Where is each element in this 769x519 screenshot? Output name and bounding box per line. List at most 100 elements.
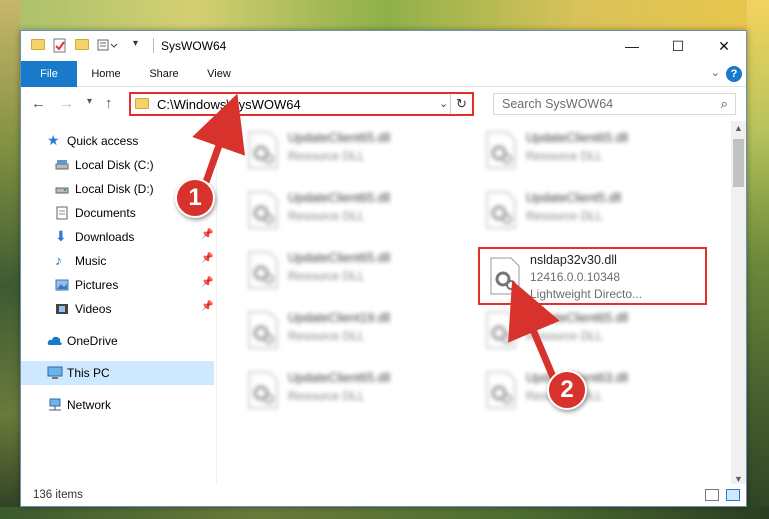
sidebar-item-label: This PC (67, 366, 110, 380)
sidebar-item-label: Videos (75, 302, 112, 316)
music-icon: ♪ (55, 252, 62, 268)
sidebar-item-label: Documents (75, 206, 136, 220)
close-button[interactable]: ✕ (701, 31, 747, 61)
folder-icon (31, 39, 45, 50)
file-description: Resource DLL (288, 209, 365, 223)
navigation-bar: ← → ▾ ↑ C:\Windows\SysWOW64 ⌄ ↻ Search S… (21, 87, 746, 121)
download-icon: ⬇ (55, 228, 67, 244)
chevron-down-icon[interactable]: ⌄ (439, 97, 448, 110)
refresh-icon[interactable]: ↻ (450, 94, 472, 114)
pin-icon[interactable]: 📌 (201, 253, 213, 264)
file-description: Resource DLL (526, 149, 603, 163)
up-arrow-icon[interactable]: ↑ (105, 95, 113, 112)
star-icon: ★ (47, 132, 60, 148)
dll-file-icon (486, 191, 516, 229)
sidebar-item-this-pc[interactable]: This PC (21, 361, 214, 385)
file-item[interactable]: UpdateClient65.dll Resource DLL (238, 243, 474, 299)
sidebar-item-label: Local Disk (C:) (75, 158, 154, 172)
dll-file-icon (248, 191, 278, 229)
computer-icon (47, 366, 63, 380)
forward-arrow-icon[interactable]: → (59, 95, 74, 112)
file-description: Resource DLL (526, 209, 603, 223)
drive-icon (55, 158, 69, 172)
file-version: 12416.0.0.10348 (530, 270, 621, 284)
address-path[interactable]: C:\Windows\SysWOW64 (157, 97, 301, 112)
videos-icon (55, 302, 69, 316)
sidebar-item-network[interactable]: Network (21, 393, 214, 417)
file-description: Lightweight Directo... (530, 287, 643, 301)
sidebar-item-quick-access[interactable]: ★ Quick access (21, 129, 214, 153)
help-button[interactable]: ? (726, 66, 742, 82)
pin-icon[interactable]: 📌 (201, 229, 213, 240)
dll-file-icon (248, 131, 278, 169)
search-input[interactable]: Search SysWOW64 ⌕ (493, 93, 736, 115)
step-1-callout: 1 (175, 178, 215, 218)
details-view-icon[interactable] (704, 489, 719, 501)
file-description: Resource DLL (288, 329, 365, 343)
properties-icon[interactable] (53, 38, 67, 56)
cloud-icon (47, 334, 62, 348)
search-icon[interactable]: ⌕ (721, 96, 728, 112)
file-item[interactable]: UpdateClient63.dll Resource DLL (476, 363, 712, 419)
file-item[interactable]: UpdateClient65.dll Resource DLL (476, 303, 712, 359)
sidebar-item-music[interactable]: ♪ Music 📌 (21, 249, 214, 273)
sidebar-item-label: Music (75, 254, 107, 268)
dll-file-icon (248, 371, 278, 409)
vertical-scrollbar[interactable]: ▲ ▼ (731, 121, 746, 486)
file-explorer-window: ▾ SysWOW64 — ☐ ✕ File Home Share View ⌄ … (20, 30, 747, 507)
back-arrow-icon[interactable]: ← (31, 95, 46, 112)
customize-toolbar-icon[interactable] (97, 38, 119, 55)
title-separator (153, 38, 154, 53)
dll-file-icon (248, 311, 278, 349)
file-item[interactable]: UpdateClient5.dll Resource DLL (476, 183, 712, 239)
sidebar-item-videos[interactable]: Videos 📌 (21, 297, 214, 321)
status-bar: 136 items (21, 484, 746, 506)
scroll-down-icon[interactable]: ▼ (734, 474, 743, 484)
ribbon-tabs: File Home Share View ⌄ ? (21, 61, 746, 87)
minimize-button[interactable]: — (609, 31, 655, 61)
desktop-wallpaper-left (0, 0, 20, 519)
sidebar-item-pictures[interactable]: Pictures 📌 (21, 273, 214, 297)
file-name: nsldap32v30.dll (530, 253, 617, 267)
view-toggle (701, 489, 740, 504)
tab-home[interactable]: Home (83, 61, 129, 87)
desktop-wallpaper-right (747, 0, 769, 519)
chevron-down-icon[interactable]: ▾ (133, 38, 138, 49)
file-item[interactable]: UpdateClient65.dll Resource DLL (238, 363, 474, 419)
scrollbar-thumb[interactable] (733, 139, 744, 187)
documents-icon (55, 206, 69, 220)
sidebar-item-downloads[interactable]: ⬇ Downloads 📌 (21, 225, 214, 249)
sidebar-item-label: Quick access (67, 134, 139, 148)
file-item[interactable]: UpdateClient65.dll Resource DLL (476, 123, 712, 179)
file-item-selected[interactable]: nsldap32v30.dll 12416.0.0.10348 Lightwei… (478, 247, 707, 305)
file-item[interactable]: UpdateClient19.dll Resource DLL (238, 303, 474, 359)
sidebar-item-label: Pictures (75, 278, 119, 292)
recent-locations-chevron-icon[interactable]: ▾ (87, 96, 92, 107)
file-name: UpdateClient5.dll (526, 191, 622, 205)
sidebar-item-onedrive[interactable]: OneDrive (21, 329, 214, 353)
tab-file[interactable]: File (21, 61, 77, 87)
maximize-button[interactable]: ☐ (655, 31, 701, 61)
address-bar[interactable]: C:\Windows\SysWOW64 ⌄ ↻ (129, 92, 474, 116)
new-folder-icon[interactable] (75, 39, 89, 50)
desktop-wallpaper-top (0, 0, 769, 30)
pin-icon[interactable]: 📌 (201, 301, 213, 312)
file-description: Resource DLL (288, 269, 365, 283)
scroll-up-icon[interactable]: ▲ (734, 123, 743, 133)
file-name: UpdateClient65.dll (526, 311, 629, 325)
chevron-down-icon[interactable]: ⌄ (711, 66, 720, 79)
dll-file-icon (248, 251, 278, 289)
pictures-icon (55, 278, 69, 292)
sidebar-item-local-disk-c[interactable]: Local Disk (C:) (21, 153, 214, 177)
file-item[interactable]: UpdateClient65.dll Resource DLL (238, 183, 474, 239)
large-icons-view-icon[interactable] (726, 489, 740, 501)
window-title: SysWOW64 (161, 39, 227, 53)
network-icon (47, 398, 61, 412)
file-name: UpdateClient65.dll (288, 191, 391, 205)
file-name: UpdateClient65.dll (526, 131, 629, 145)
tab-share[interactable]: Share (141, 61, 187, 87)
tab-view[interactable]: View (197, 61, 241, 87)
pin-icon[interactable]: 📌 (201, 277, 213, 288)
file-item[interactable]: UpdateClient65.dll Resource DLL (238, 123, 474, 179)
dll-file-icon (486, 131, 516, 169)
